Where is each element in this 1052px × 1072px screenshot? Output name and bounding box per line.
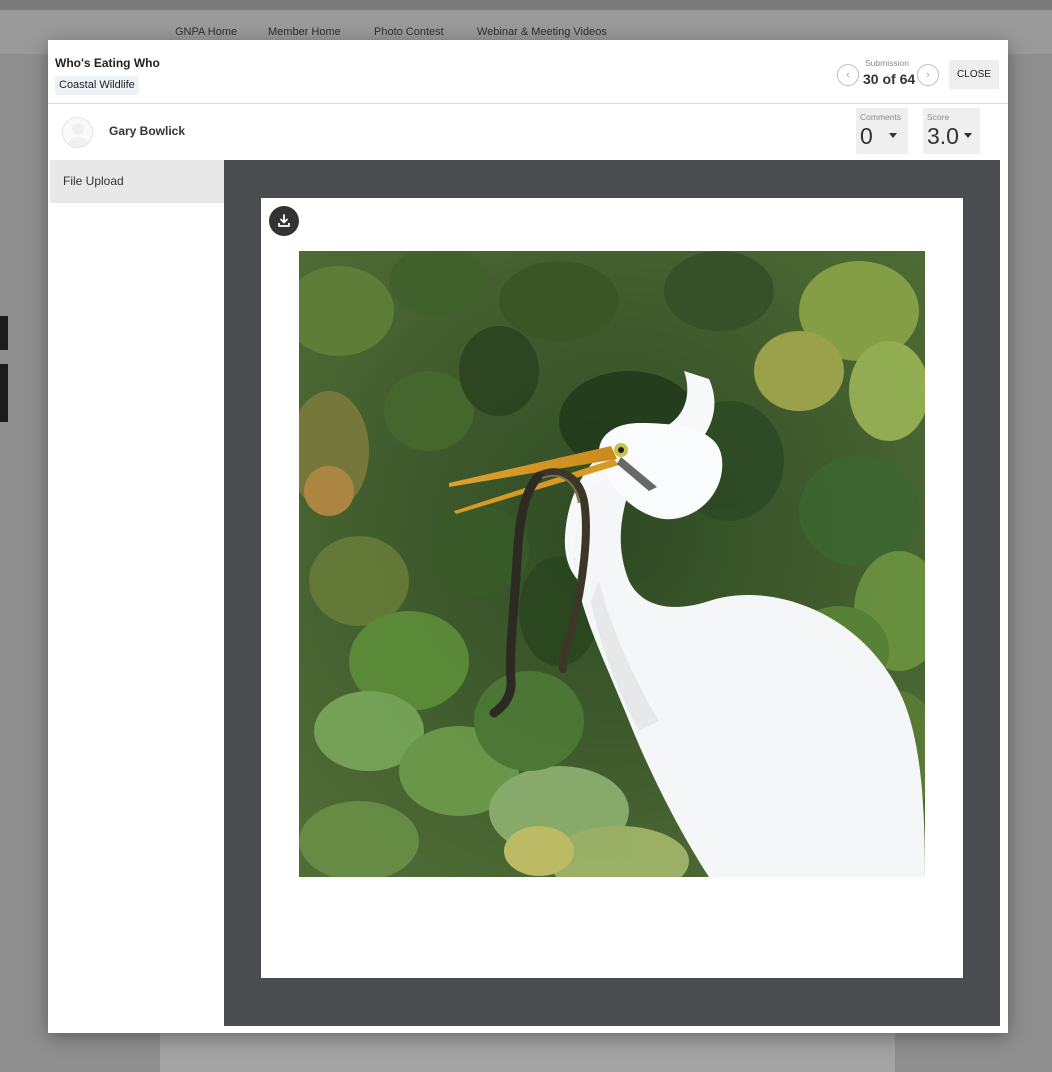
caret-down-icon [964, 133, 972, 138]
comments-count: 0 [860, 123, 873, 149]
image-frame [261, 198, 963, 978]
score-label: Score [927, 112, 950, 122]
chevron-right-icon: › [926, 68, 930, 81]
category-badge: Coastal Wildlife [55, 76, 139, 95]
download-button[interactable] [269, 206, 299, 236]
image-viewer [224, 160, 1000, 1026]
site-page-body [160, 1030, 895, 1072]
close-button[interactable]: CLOSE [949, 60, 999, 89]
chevron-left-icon: ‹ [846, 68, 850, 81]
site-side-tab [0, 316, 8, 350]
score-dropdown[interactable]: Score 3.0 [923, 108, 980, 154]
modal-header: Who's Eating Who Coastal Wildlife ‹ Subm… [48, 40, 1008, 104]
nav-link-photo-contest[interactable]: Photo Contest [374, 26, 444, 38]
previous-submission-button[interactable]: ‹ [837, 64, 859, 86]
nav-link-gnpa-home[interactable]: GNPA Home [175, 26, 237, 38]
author-row: Gary Bowlick Comments 0 Score 3.0 [48, 104, 1008, 160]
download-icon [278, 214, 290, 227]
egret-photo-illustration [299, 251, 925, 877]
entry-sidebar: File Upload [48, 160, 224, 1033]
sidebar-item-file-upload[interactable]: File Upload [50, 160, 224, 203]
default-avatar-icon [62, 117, 93, 148]
caret-down-icon [889, 133, 897, 138]
author-name: Gary Bowlick [109, 124, 186, 138]
nav-link-webinar-videos[interactable]: Webinar & Meeting Videos [477, 26, 607, 38]
site-side-tab [0, 364, 8, 422]
submission-counter: 30 of 64 [863, 71, 916, 87]
submission-modal: Who's Eating Who Coastal Wildlife ‹ Subm… [48, 40, 1008, 1033]
nav-link-member-home[interactable]: Member Home [268, 26, 341, 38]
next-submission-button[interactable]: › [917, 64, 939, 86]
submission-photo [299, 251, 925, 877]
comments-label: Comments [860, 112, 902, 122]
submission-label: Submission [865, 58, 909, 68]
site-top-bar [0, 0, 1052, 10]
submission-title: Who's Eating Who [55, 56, 160, 70]
score-value: 3.0 [927, 123, 959, 149]
comments-dropdown[interactable]: Comments 0 [856, 108, 908, 154]
